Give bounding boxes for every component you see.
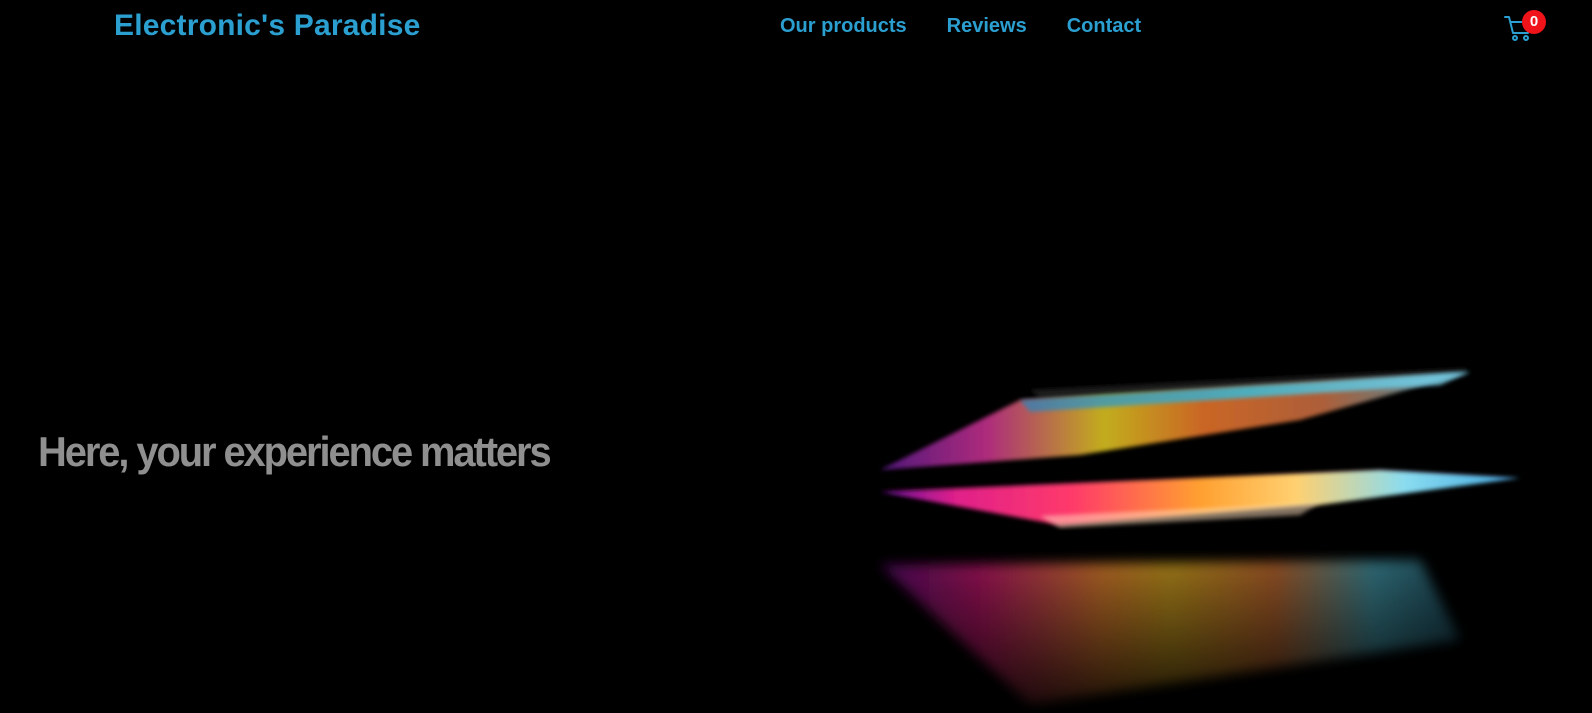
cart-count-badge: 0	[1522, 10, 1546, 34]
main-nav: Our products Reviews Contact	[780, 15, 1141, 38]
brand-logo-text[interactable]: Electronic's Paradise	[114, 9, 421, 43]
nav-reviews[interactable]: Reviews	[947, 15, 1027, 38]
hero-laptop-image	[880, 368, 1520, 705]
landing-page: Electronic's Paradise Our products Revie…	[0, 0, 1592, 713]
cart-button[interactable]: 0	[1500, 10, 1546, 46]
nav-contact[interactable]: Contact	[1067, 15, 1141, 38]
site-header: Electronic's Paradise Our products Revie…	[0, 0, 1592, 56]
nav-our-products[interactable]: Our products	[780, 15, 907, 38]
hero-tagline: Here, your experience matters	[38, 428, 552, 475]
